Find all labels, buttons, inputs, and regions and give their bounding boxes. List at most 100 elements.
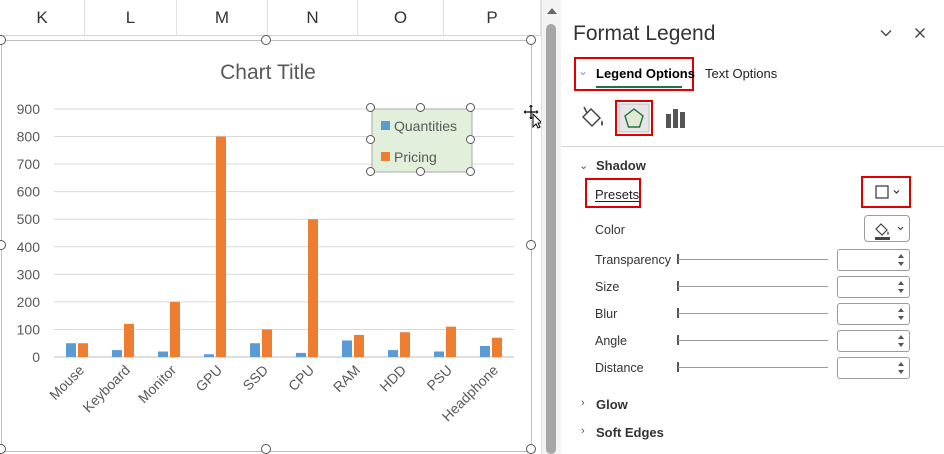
blur-stepper[interactable]: [837, 303, 910, 325]
bar-quantities-mouse[interactable]: [66, 343, 76, 357]
angle-label: Angle: [595, 334, 627, 348]
bar-pricing-cpu[interactable]: [308, 219, 318, 357]
legend-entry-quantities[interactable]: Quantities: [394, 118, 457, 134]
x-tick-label: PSU: [423, 362, 455, 394]
bar-pricing-ssd[interactable]: [262, 329, 272, 357]
transparency-stepper[interactable]: [837, 249, 910, 271]
pane-divider: [561, 146, 944, 147]
shadow-color-picker[interactable]: [864, 215, 910, 242]
bar-pricing-headphone[interactable]: [492, 337, 502, 357]
chart-title[interactable]: Chart Title: [220, 61, 316, 84]
column-header-n[interactable]: N: [268, 0, 358, 36]
angle-slider[interactable]: [678, 340, 828, 341]
transparency-label: Transparency: [595, 253, 671, 267]
x-tick-label: Monitor: [135, 362, 180, 407]
bar-quantities-hdd[interactable]: [388, 350, 398, 357]
bar-chart[interactable]: Chart Title 0 100 200 300 400 500 600 700 800 900…: [2, 41, 533, 453]
y-tick-label: 600: [17, 184, 41, 200]
bar-pricing-ram[interactable]: [354, 334, 364, 357]
scroll-up-icon[interactable]: [547, 8, 557, 14]
bar-pricing-gpu[interactable]: [216, 136, 226, 357]
section-glow[interactable]: Glow: [596, 397, 628, 412]
legend-entry-pricing[interactable]: Pricing: [394, 149, 437, 165]
bar-pricing-mouse[interactable]: [78, 343, 88, 357]
chart-area[interactable]: Chart Title 0 100 200 300 400 500 600 700 800 900…: [1, 40, 532, 452]
glow-expand-icon[interactable]: ›: [581, 397, 585, 409]
excel-window: K L M N O P Chart Title 0 100 200 300 400 500…: [0, 0, 944, 454]
legend-handle-bc[interactable]: [416, 167, 425, 176]
bar-quantities-headphone[interactable]: [480, 345, 490, 357]
x-tick-label: SSD: [239, 362, 271, 394]
tab-active-underline: [596, 86, 682, 88]
legend-handle-tl[interactable]: [366, 103, 375, 112]
bar-chart-icon: [666, 109, 685, 128]
distance-slider[interactable]: [678, 367, 828, 368]
chevron-down-icon[interactable]: [877, 26, 895, 44]
legend-swatch-pricing: [381, 152, 390, 161]
format-legend-pane: Format Legend ⌄ Legend Options Text Opti…: [561, 0, 944, 454]
bar-quantities-gpu[interactable]: [204, 354, 214, 357]
shadow-collapse-icon[interactable]: ⌄: [579, 159, 588, 172]
tab-text-options[interactable]: Text Options: [705, 66, 777, 81]
paint-bucket-icon: [581, 106, 603, 128]
y-tick-label: 300: [17, 266, 41, 282]
legend-handle-bl[interactable]: [366, 167, 375, 176]
x-tick-label: HDD: [376, 362, 409, 395]
worksheet: K L M N O P Chart Title 0 100 200 300 400 500…: [0, 0, 541, 454]
legend-swatch-quantities: [381, 121, 390, 130]
fill-line-button[interactable]: [575, 101, 611, 135]
paint-bucket-icon: [875, 223, 904, 240]
size-label: Size: [595, 280, 620, 294]
chart-resize-handle-br[interactable]: [526, 444, 536, 454]
distance-stepper[interactable]: [837, 357, 910, 379]
column-header-l[interactable]: L: [85, 0, 177, 36]
bar-quantities-ssd[interactable]: [250, 343, 260, 357]
y-tick-label: 800: [17, 129, 41, 145]
column-header-o[interactable]: O: [358, 0, 444, 36]
column-header-k[interactable]: K: [0, 0, 85, 36]
section-shadow[interactable]: Shadow: [596, 158, 646, 173]
legend-handle-ml[interactable]: [366, 135, 375, 144]
tab-legend-options[interactable]: Legend Options: [596, 66, 695, 81]
vertical-scrollbar[interactable]: [541, 0, 561, 454]
bar-pricing-keyboard[interactable]: [124, 323, 134, 357]
legend-handle-mr[interactable]: [466, 135, 475, 144]
bar-quantities-psu[interactable]: [434, 351, 444, 357]
blur-label: Blur: [595, 307, 618, 321]
bar-quantities-keyboard[interactable]: [112, 350, 122, 357]
effects-button[interactable]: [616, 101, 652, 135]
transparency-slider[interactable]: [678, 259, 828, 260]
section-soft-edges[interactable]: Soft Edges: [596, 425, 664, 440]
blur-slider[interactable]: [678, 313, 828, 314]
size-properties-button[interactable]: [659, 101, 695, 135]
bar-pricing-psu[interactable]: [446, 326, 456, 357]
bar-quantities-monitor[interactable]: [158, 351, 168, 357]
y-axis-tick-labels: 0 100 200 300 400 500 600 700 800 900: [17, 101, 41, 365]
column-header-p[interactable]: P: [444, 0, 541, 36]
soft-edges-expand-icon[interactable]: ›: [581, 425, 585, 437]
bar-pricing-monitor[interactable]: [170, 301, 180, 357]
chart-resize-handle-mr[interactable]: [526, 240, 536, 250]
size-stepper[interactable]: [837, 276, 910, 298]
bar-quantities-ram[interactable]: [342, 340, 352, 357]
chart-resize-handle-tr[interactable]: [526, 35, 536, 45]
size-slider[interactable]: [678, 286, 828, 287]
close-icon[interactable]: [911, 26, 929, 44]
column-header-m[interactable]: M: [177, 0, 268, 36]
bar-quantities-cpu[interactable]: [296, 352, 306, 357]
y-tick-label: 200: [17, 294, 41, 310]
pentagon-icon: [618, 103, 650, 133]
angle-stepper[interactable]: [837, 330, 910, 352]
bar-pricing-hdd[interactable]: [400, 332, 410, 357]
y-tick-label: 500: [17, 211, 41, 227]
chart-resize-handle-tc[interactable]: [261, 35, 271, 45]
legend-handle-tr[interactable]: [466, 103, 475, 112]
pane-title: Format Legend: [573, 22, 716, 45]
presets-dropdown[interactable]: [867, 181, 907, 203]
chart-legend[interactable]: Quantities Pricing: [371, 108, 473, 173]
chart-resize-handle-bc[interactable]: [261, 444, 271, 454]
legend-handle-tc[interactable]: [416, 103, 425, 112]
legend-handle-br[interactable]: [466, 167, 475, 176]
scroll-thumb[interactable]: [546, 24, 556, 454]
distance-label: Distance: [595, 361, 644, 375]
